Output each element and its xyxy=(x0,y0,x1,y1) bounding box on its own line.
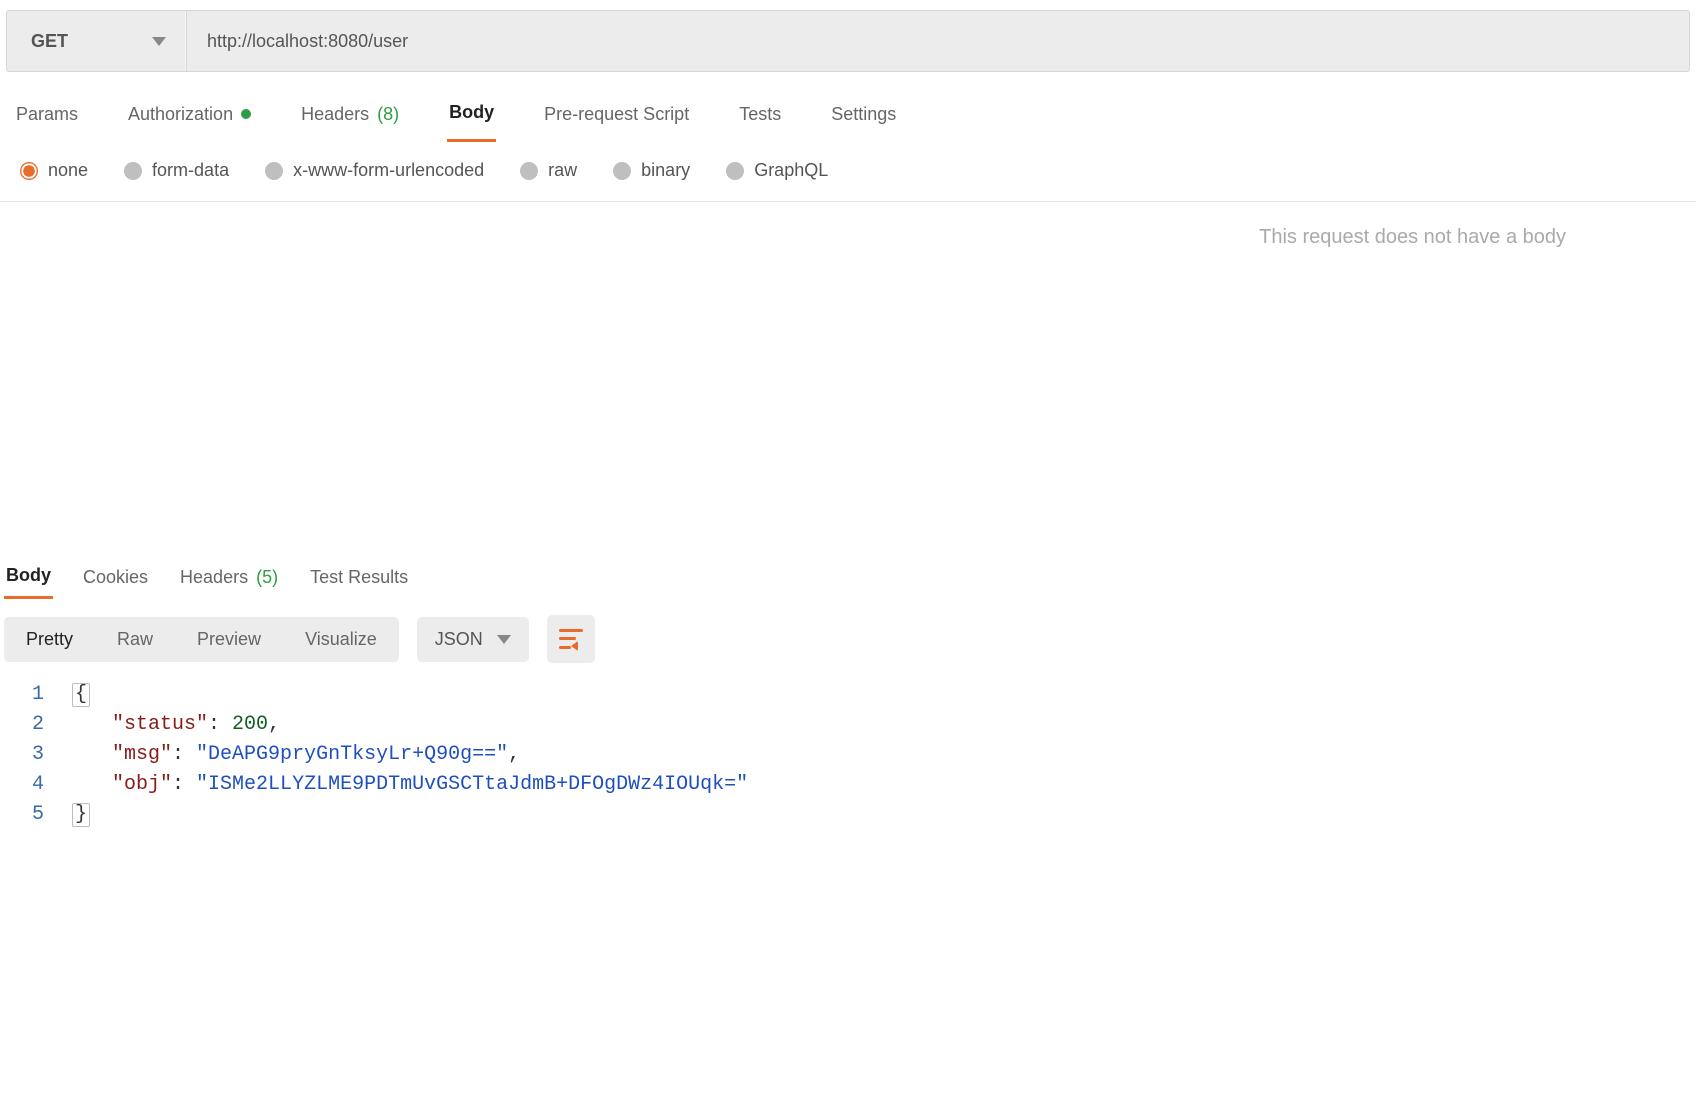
no-body-message: This request does not have a body xyxy=(0,202,1696,249)
code-line: 2 "status": 200, xyxy=(0,713,1696,743)
radio-icon xyxy=(265,162,283,180)
resp-tab-headers[interactable]: Headers (5) xyxy=(178,561,280,598)
tab-tests[interactable]: Tests xyxy=(737,96,783,141)
bodytype-graphql[interactable]: GraphQL xyxy=(726,160,828,181)
resp-tab-cookies[interactable]: Cookies xyxy=(81,561,150,598)
dot-indicator-icon xyxy=(241,109,251,119)
url-text: http://localhost:8080/user xyxy=(207,31,408,52)
code-line: 4 "obj": "ISMe2LLYZLME9PDTmUvGSCTtaJdmB+… xyxy=(0,773,1696,803)
tab-body[interactable]: Body xyxy=(447,94,496,142)
response-body-code[interactable]: 1 { 2 "status": 200, 3 "msg": "DeAPG9pry… xyxy=(0,673,1696,833)
view-visualize[interactable]: Visualize xyxy=(283,617,399,662)
line-number: 1 xyxy=(0,683,72,706)
view-mode-group: Pretty Raw Preview Visualize xyxy=(4,617,399,662)
tab-prerequest[interactable]: Pre-request Script xyxy=(542,96,691,141)
url-input[interactable]: http://localhost:8080/user xyxy=(187,11,1689,71)
view-raw[interactable]: Raw xyxy=(95,617,175,662)
bodytype-x-www-form-urlencoded[interactable]: x-www-form-urlencoded xyxy=(265,160,484,181)
headers-count: (8) xyxy=(377,104,399,125)
wrap-lines-icon xyxy=(559,629,583,649)
resp-tab-test-results[interactable]: Test Results xyxy=(308,561,410,598)
request-tabs: Params Authorization Headers (8) Body Pr… xyxy=(0,72,1696,142)
code-line: 5 } xyxy=(0,803,1696,833)
chevron-down-icon xyxy=(497,635,511,644)
radio-icon xyxy=(124,162,142,180)
brace-close: } xyxy=(72,803,90,827)
body-type-row: none form-data x-www-form-urlencoded raw… xyxy=(0,142,1696,202)
radio-icon xyxy=(613,162,631,180)
radio-icon xyxy=(726,162,744,180)
resp-tab-body[interactable]: Body xyxy=(4,559,53,599)
http-method-select[interactable]: GET xyxy=(7,11,187,71)
tab-authorization[interactable]: Authorization xyxy=(126,96,253,141)
brace-open: { xyxy=(72,683,90,707)
bodytype-none[interactable]: none xyxy=(20,160,88,181)
response-toolbar: Pretty Raw Preview Visualize JSON xyxy=(0,599,1696,673)
wrap-lines-button[interactable] xyxy=(547,615,595,663)
code-line: 3 "msg": "DeAPG9pryGnTksyLr+Q90g==", xyxy=(0,743,1696,773)
resp-headers-count: (5) xyxy=(256,567,278,588)
code-line: 1 { xyxy=(0,683,1696,713)
line-number: 5 xyxy=(0,803,72,826)
line-number: 3 xyxy=(0,743,72,766)
tab-settings[interactable]: Settings xyxy=(829,96,898,141)
response-format-select[interactable]: JSON xyxy=(417,617,529,662)
body-empty-area xyxy=(0,249,1696,549)
bodytype-binary[interactable]: binary xyxy=(613,160,690,181)
bodytype-form-data[interactable]: form-data xyxy=(124,160,229,181)
response-tabs: Body Cookies Headers (5) Test Results xyxy=(0,549,1696,599)
view-pretty[interactable]: Pretty xyxy=(4,617,95,662)
radio-icon xyxy=(20,162,38,180)
view-preview[interactable]: Preview xyxy=(175,617,283,662)
request-bar: GET http://localhost:8080/user xyxy=(6,10,1690,72)
line-number: 4 xyxy=(0,773,72,796)
radio-icon xyxy=(520,162,538,180)
line-number: 2 xyxy=(0,713,72,736)
http-method-label: GET xyxy=(31,31,68,52)
tab-headers[interactable]: Headers (8) xyxy=(299,96,401,141)
bodytype-raw[interactable]: raw xyxy=(520,160,577,181)
chevron-down-icon xyxy=(152,37,166,46)
tab-params[interactable]: Params xyxy=(14,96,80,141)
